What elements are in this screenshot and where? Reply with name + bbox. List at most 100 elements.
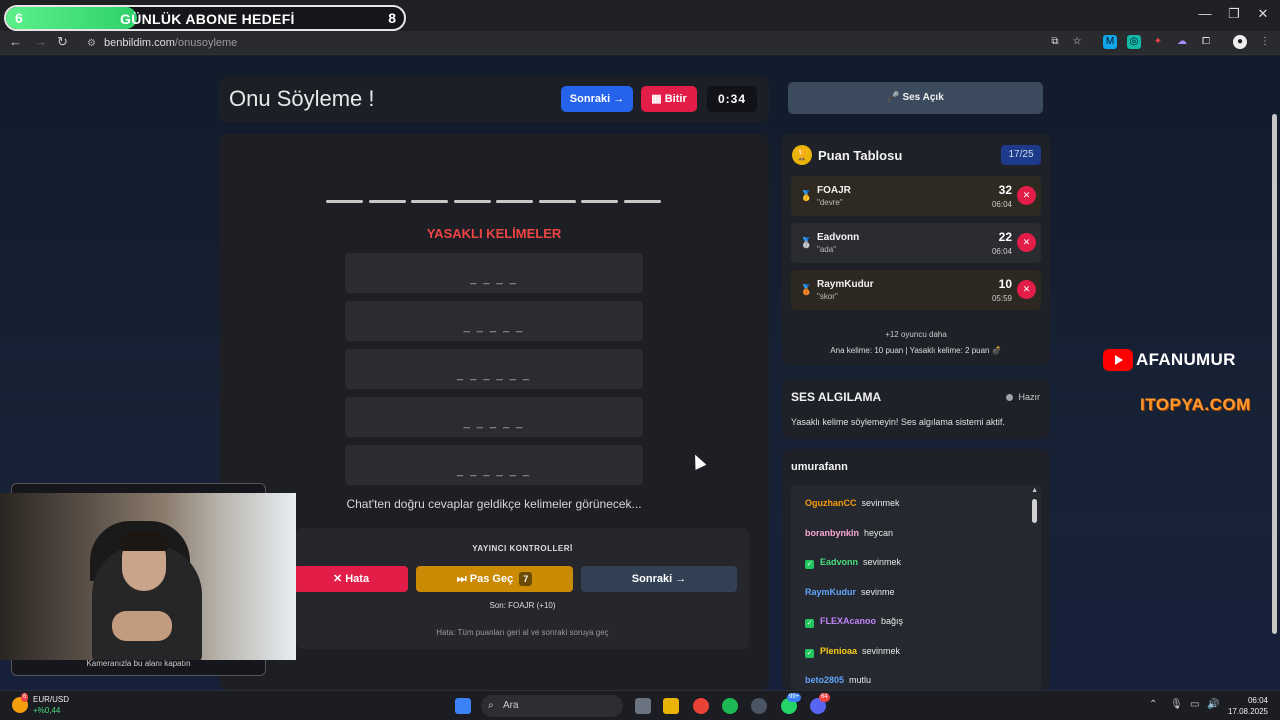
player-name: Eadvonn bbox=[817, 232, 860, 243]
site-info-icon[interactable]: ⚙ bbox=[87, 35, 96, 53]
fx-name: EUR/USD bbox=[33, 695, 70, 704]
forbidden-word-slot: _ _ _ _ bbox=[345, 253, 643, 293]
pass-button[interactable]: ⏭ Pas Geç 7 bbox=[416, 566, 573, 592]
scoreboard-title: Puan Tablosu bbox=[818, 148, 903, 163]
close-window-button[interactable]: ✕ bbox=[1248, 6, 1278, 22]
browser-tabstrip: 6 GÜNLÜK ABONE HEDEFİ 8 — ❐ ✕ bbox=[0, 0, 1280, 31]
microphone-tray-icon[interactable]: 🎙 bbox=[1170, 699, 1183, 710]
streamer-controls: YAYINCI KONTROLLERİ ✕ Hata ⏭ Pas Geç 7 So… bbox=[294, 528, 749, 649]
hidden-word-dashes bbox=[326, 200, 666, 204]
network-icon[interactable]: ▭ bbox=[1190, 699, 1199, 710]
finish-button[interactable]: ▦ Bitir bbox=[641, 86, 697, 112]
chat-username[interactable]: OguzhanCC bbox=[805, 498, 857, 508]
reload-button[interactable]: ↻ bbox=[57, 34, 68, 50]
profile-avatar[interactable]: ● bbox=[1233, 35, 1247, 49]
chat-text: sevinmek bbox=[863, 557, 902, 567]
spotify-icon[interactable] bbox=[722, 698, 738, 714]
extension-cloud-icon[interactable]: ☁ bbox=[1175, 35, 1189, 49]
extension-leaf-icon[interactable]: ✦ bbox=[1151, 35, 1165, 49]
remove-player-button[interactable]: ✕ bbox=[1017, 233, 1036, 252]
game-header: Onu Söyleme ! Sonraki → ▦ Bitir 0:34 bbox=[219, 76, 769, 122]
letter-dash bbox=[453, 200, 491, 203]
chrome-icon[interactable] bbox=[693, 698, 709, 714]
back-button[interactable]: ← bbox=[9, 34, 22, 49]
score-row: 🥈 Eadvonn "ada" 22 06:04 ✕ bbox=[791, 223, 1041, 263]
letter-dash bbox=[538, 200, 576, 203]
goal-label: GÜNLÜK ABONE HEDEFİ bbox=[120, 11, 295, 27]
last-answer: Son: FOAJR (+10) bbox=[489, 601, 556, 610]
file-explorer-icon[interactable] bbox=[663, 698, 679, 714]
forward-button[interactable]: → bbox=[34, 34, 47, 49]
player-time: 05:59 bbox=[991, 294, 1012, 303]
clock-date: 17.08.2025 bbox=[1227, 707, 1268, 716]
bronze-medal-icon: 🥉 bbox=[800, 285, 813, 296]
install-app-icon[interactable]: ⧉ bbox=[1048, 35, 1062, 49]
trophy-icon: 🏆 bbox=[792, 145, 812, 165]
player-time: 06:04 bbox=[991, 200, 1012, 209]
player-word: "ada" bbox=[817, 245, 837, 254]
maximize-button[interactable]: ❐ bbox=[1219, 6, 1249, 22]
chat-username[interactable]: FLEXAcanoo bbox=[820, 616, 876, 626]
bookmark-star-icon[interactable]: ☆ bbox=[1070, 35, 1084, 49]
controls-next-button[interactable]: Sonraki → bbox=[581, 566, 737, 592]
sound-detection-panel: SES ALGILAMA Hazır Yasaklı kelime söylem… bbox=[782, 379, 1050, 439]
chat-text: sevinmek bbox=[861, 498, 900, 508]
task-view-icon[interactable] bbox=[635, 698, 651, 714]
minimize-button[interactable]: — bbox=[1190, 6, 1220, 21]
extension-m-icon[interactable]: M bbox=[1103, 35, 1117, 49]
gold-medal-icon: 🥇 bbox=[800, 191, 813, 202]
letter-dash bbox=[496, 200, 533, 203]
chat-username[interactable]: boranbynkln bbox=[805, 528, 859, 538]
clock[interactable]: 06:04 17.08.2025 bbox=[1228, 695, 1268, 717]
subscriber-goal-bar: 6 GÜNLÜK ABONE HEDEFİ 8 bbox=[4, 5, 406, 31]
close-icon: ✕ bbox=[332, 573, 346, 585]
sound-toggle-button[interactable]: 🎤 Ses Açık bbox=[788, 82, 1043, 114]
obs-icon[interactable] bbox=[751, 698, 767, 714]
address-bar[interactable]: ⚙ benbildim.com/onusoyleme bbox=[84, 34, 1084, 52]
chat-scrollbar[interactable] bbox=[1032, 499, 1037, 523]
remove-player-button[interactable]: ✕ bbox=[1017, 186, 1036, 205]
letter-dash bbox=[623, 200, 661, 203]
chat-scroll-up-icon[interactable]: ▲ bbox=[1031, 487, 1038, 494]
forbidden-word-slot: _ _ _ _ _ bbox=[345, 301, 643, 341]
search-label: Ara bbox=[503, 700, 519, 711]
player-name: FOAJR bbox=[817, 185, 851, 196]
volume-icon[interactable]: 🔊 bbox=[1207, 699, 1219, 710]
timer: 0:34 bbox=[707, 86, 757, 112]
microphone-icon: 🎤 bbox=[887, 92, 903, 103]
page-title: Onu Söyleme ! bbox=[229, 86, 375, 111]
finish-label: Bitir bbox=[664, 93, 687, 105]
correct-check-icon: ✓ bbox=[805, 560, 814, 569]
player-time: 06:04 bbox=[991, 247, 1012, 256]
error-help-text: Hata: Tüm puanları geri al ve sonraki so… bbox=[436, 628, 609, 637]
chat-message: OguzhanCC sevinmek bbox=[805, 498, 900, 508]
chat-message: beto2805 mutlu bbox=[805, 675, 871, 685]
extension-o-icon[interactable]: ◎ bbox=[1127, 35, 1141, 49]
clock-time: 06:04 bbox=[1247, 696, 1268, 705]
header-next-button[interactable]: Sonraki → bbox=[561, 86, 633, 112]
sound-status-label: Hazır bbox=[1018, 392, 1040, 402]
extensions-puzzle-icon[interactable]: ⧠ bbox=[1199, 35, 1213, 49]
webcam-caption: Kameranızla bu alanı kapatın bbox=[86, 659, 191, 668]
skip-icon: ⏭ bbox=[456, 573, 470, 585]
goal-target-count: 8 bbox=[388, 10, 396, 26]
browser-menu-icon[interactable]: ⋮ bbox=[1258, 35, 1272, 49]
remove-player-button[interactable]: ✕ bbox=[1017, 280, 1036, 299]
error-label: Hata bbox=[345, 573, 370, 585]
tray-chevron-icon[interactable]: ⌃ bbox=[1149, 699, 1157, 710]
chat-messages[interactable]: ▲ OguzhanCC sevinmek boranbynkln heycan ✓ Ead… bbox=[791, 485, 1041, 690]
error-button[interactable]: ✕ Hata bbox=[294, 566, 408, 592]
more-players: +12 oyuncu daha bbox=[885, 330, 947, 339]
taskbar-search[interactable]: ⌕ Ara bbox=[481, 695, 623, 717]
chat-username[interactable]: beto2805 bbox=[805, 675, 844, 685]
page-scrollbar[interactable] bbox=[1272, 114, 1277, 634]
start-windows-icon[interactable] bbox=[455, 698, 471, 714]
chat-username[interactable]: Plenioaa bbox=[820, 646, 857, 656]
forbidden-word-slot: _ _ _ _ _ _ bbox=[345, 349, 643, 389]
chat-username[interactable]: RaymKudur bbox=[805, 587, 856, 597]
sound-toggle-label: Ses Açık bbox=[902, 92, 944, 103]
chat-username[interactable]: Eadvonn bbox=[820, 557, 858, 567]
chat-text: bağış bbox=[881, 616, 904, 626]
chat-hint: Chat'ten doğru cevaplar geldikçe kelimel… bbox=[346, 497, 642, 511]
chat-message: boranbynkln heycan bbox=[805, 528, 893, 538]
